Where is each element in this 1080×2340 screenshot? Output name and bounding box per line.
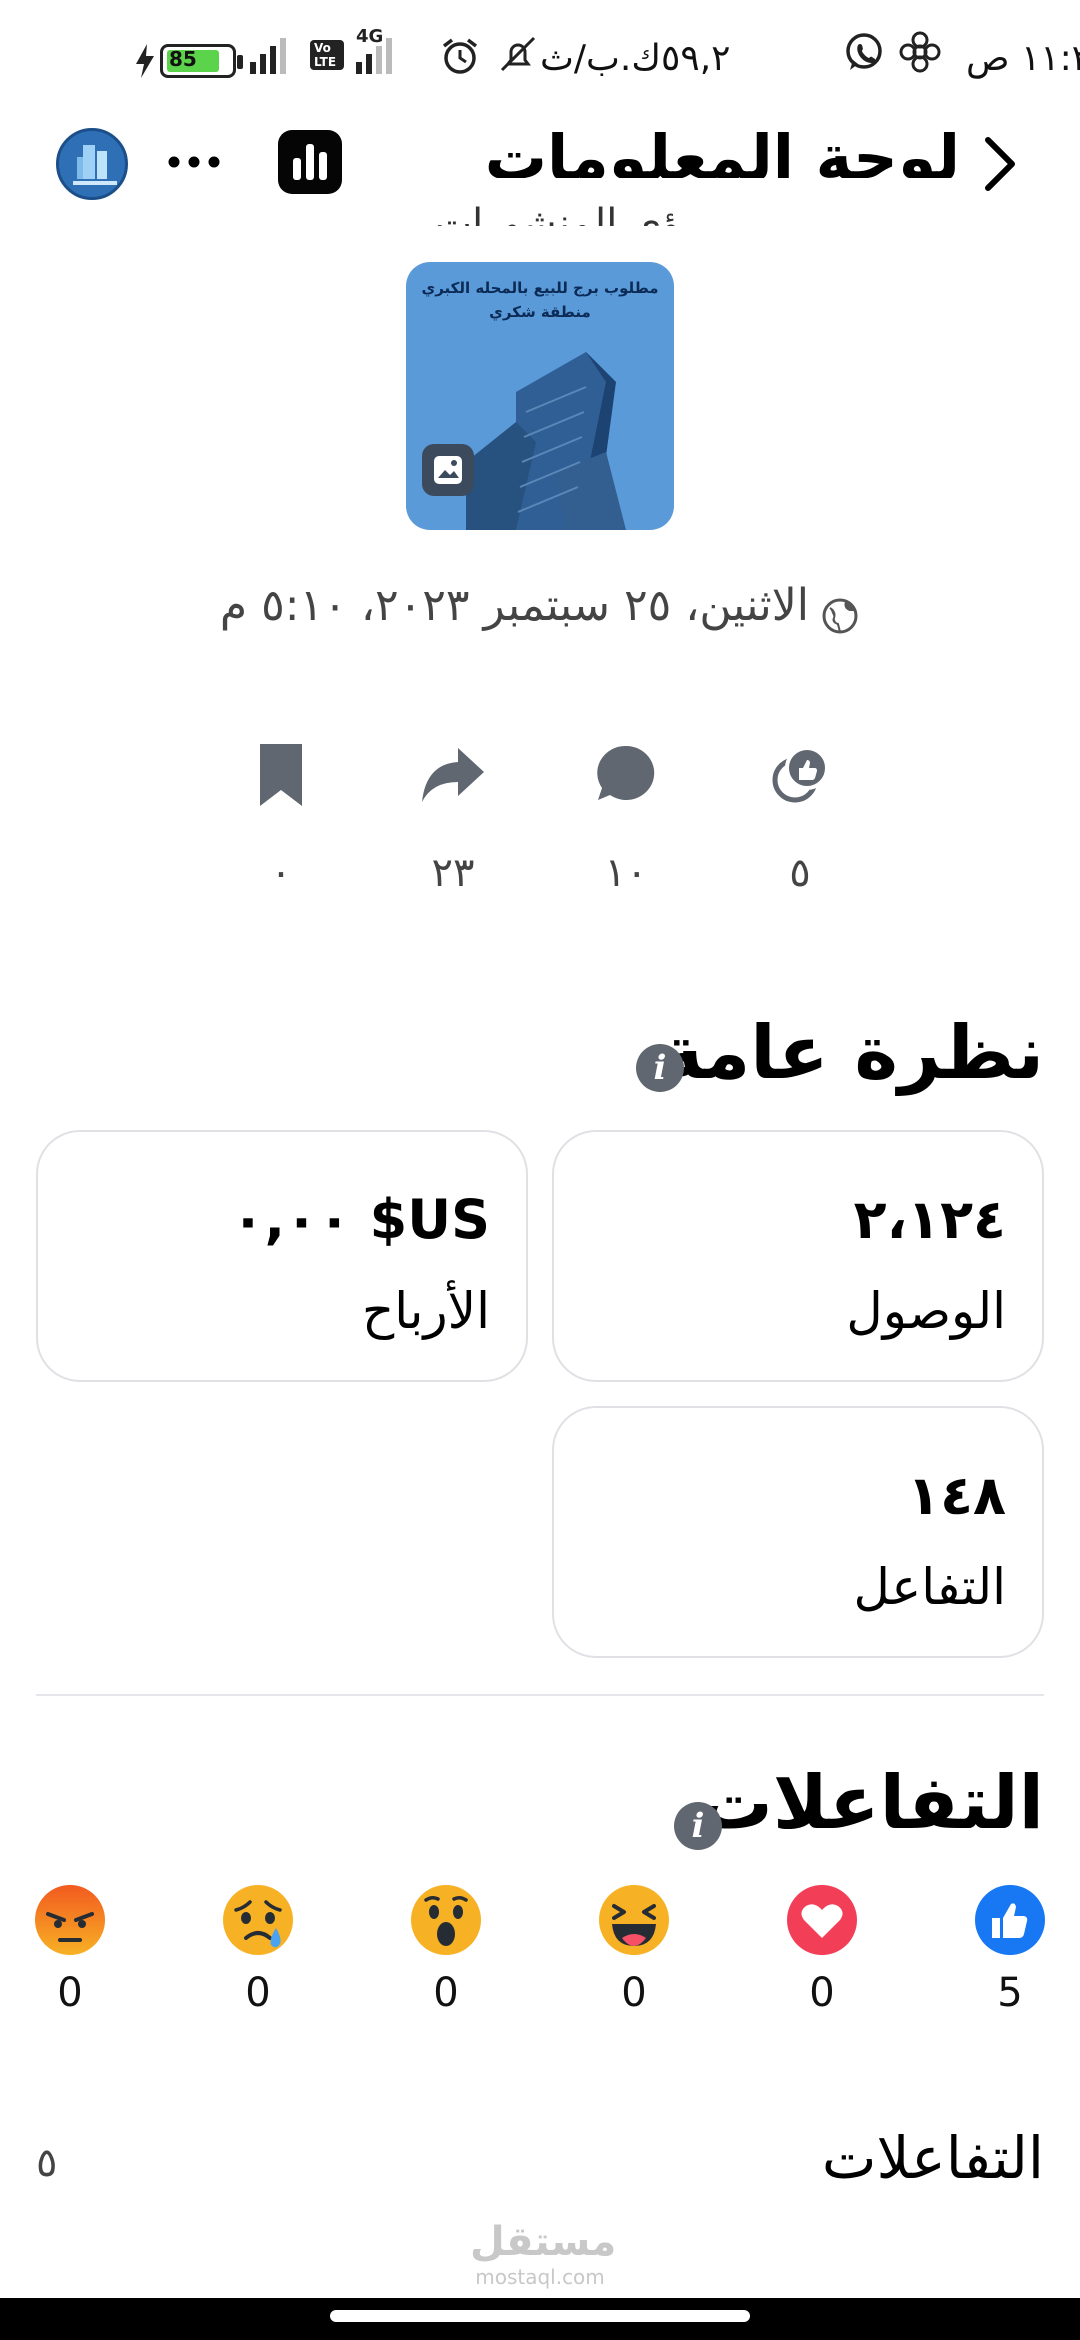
building-logo-icon	[73, 145, 117, 185]
battery-icon: 85	[160, 44, 243, 78]
wow-count: 0	[433, 1970, 459, 2016]
reach-label: الوصول	[846, 1282, 1006, 1340]
whatsapp-icon	[842, 30, 886, 78]
interactions-row-value: ٥	[36, 2140, 58, 2186]
signal-strength-icon-2	[250, 32, 300, 80]
section-divider	[36, 1694, 1044, 1696]
photo-icon	[434, 456, 462, 484]
signal-strength-icon: 4G	[356, 26, 426, 80]
watermark: مستقل mostaql.com	[470, 2218, 617, 2289]
bar-chart-icon	[293, 144, 327, 180]
reach-card[interactable]: ٢،١٢٤ الوصول	[552, 1130, 1044, 1382]
earnings-label: الأرباح	[362, 1282, 490, 1340]
page-title: لوحة المعلومات	[484, 121, 960, 178]
love-icon	[787, 1885, 857, 1955]
haha-count: 0	[621, 1970, 647, 2016]
battery-level: 85	[169, 47, 197, 71]
like-count: 5	[997, 1970, 1023, 2016]
shares-count: ٢٣	[431, 850, 475, 896]
reactions-count: ٥	[789, 850, 811, 896]
network-type: 4G	[356, 26, 384, 47]
overview-info-icon[interactable]: i	[636, 1044, 684, 1092]
post-date-row: الاثنين، ٢٥ سبتمبر ٢٠٢٣، ٥:١٠ م	[0, 580, 1080, 636]
like-icon	[975, 1885, 1045, 1955]
charging-icon	[134, 44, 156, 82]
building-illustration-icon	[466, 352, 626, 530]
angry-icon	[35, 1885, 105, 1955]
wow-icon	[411, 1885, 481, 1955]
share-icon	[422, 748, 484, 802]
bookmark-icon	[260, 744, 302, 806]
status-time: ١١:٣١ ص	[966, 38, 1080, 79]
status-bar: ١١:٣١ ص ٥٩,٢ك.ب/ث 4G VoLTE 85	[0, 0, 1080, 120]
love-count: 0	[809, 1970, 835, 2016]
image-type-badge	[422, 444, 474, 496]
earnings-value: US$ ٠,٠٠	[231, 1188, 490, 1251]
gesture-bar	[0, 2298, 1080, 2340]
home-indicator[interactable]	[330, 2310, 750, 2322]
more-options-button[interactable]	[166, 144, 226, 184]
page-subtitle: رؤى المنشورات	[434, 201, 700, 226]
interactions-title: التفاعلات	[698, 1760, 1044, 1846]
alarm-icon	[438, 34, 482, 82]
more-dots-icon	[168, 156, 220, 168]
sad-icon	[223, 1885, 293, 1955]
engagement-label: التفاعل	[853, 1558, 1006, 1616]
comment-icon	[597, 745, 655, 800]
volte-icon: Vo LTE	[310, 40, 344, 70]
overview-title: نظرة عامة	[659, 1010, 1044, 1096]
interactions-row-label: التفاعلات	[821, 2124, 1044, 2192]
interactions-info-icon[interactable]: i	[674, 1802, 722, 1850]
comments-count: ١٠	[604, 850, 648, 896]
haha-icon	[599, 1885, 669, 1955]
reactions-icon	[772, 746, 829, 803]
post-thumbnail[interactable]: مطلوب برج للبيع بالمحله الكبري منطقة شكر…	[406, 262, 674, 530]
page-avatar[interactable]	[56, 128, 128, 200]
sad-count: 0	[245, 1970, 271, 2016]
angry-count: 0	[57, 1970, 83, 2016]
network-speed: ٥٩,٢ك.ب/ث	[540, 38, 731, 79]
watermark-url: mostaql.com	[475, 2265, 605, 2289]
post-date: الاثنين، ٢٥ سبتمبر ٢٠٢٣، ٥:١٠ م	[219, 580, 810, 631]
saves-count: ٠	[270, 850, 292, 896]
app-notification-icon	[898, 30, 942, 78]
mute-icon	[496, 34, 540, 78]
back-button[interactable]	[976, 136, 1020, 196]
insights-chart-button[interactable]	[278, 130, 342, 194]
reach-value: ٢،١٢٤	[853, 1188, 1006, 1251]
globe-public-icon	[822, 598, 858, 633]
earnings-card[interactable]: US$ ٠,٠٠ الأرباح	[36, 1130, 528, 1382]
watermark-logo: مستقل	[470, 2219, 617, 2265]
engagement-value: ١٤٨	[907, 1464, 1006, 1527]
engagement-card[interactable]: ١٤٨ التفاعل	[552, 1406, 1044, 1658]
